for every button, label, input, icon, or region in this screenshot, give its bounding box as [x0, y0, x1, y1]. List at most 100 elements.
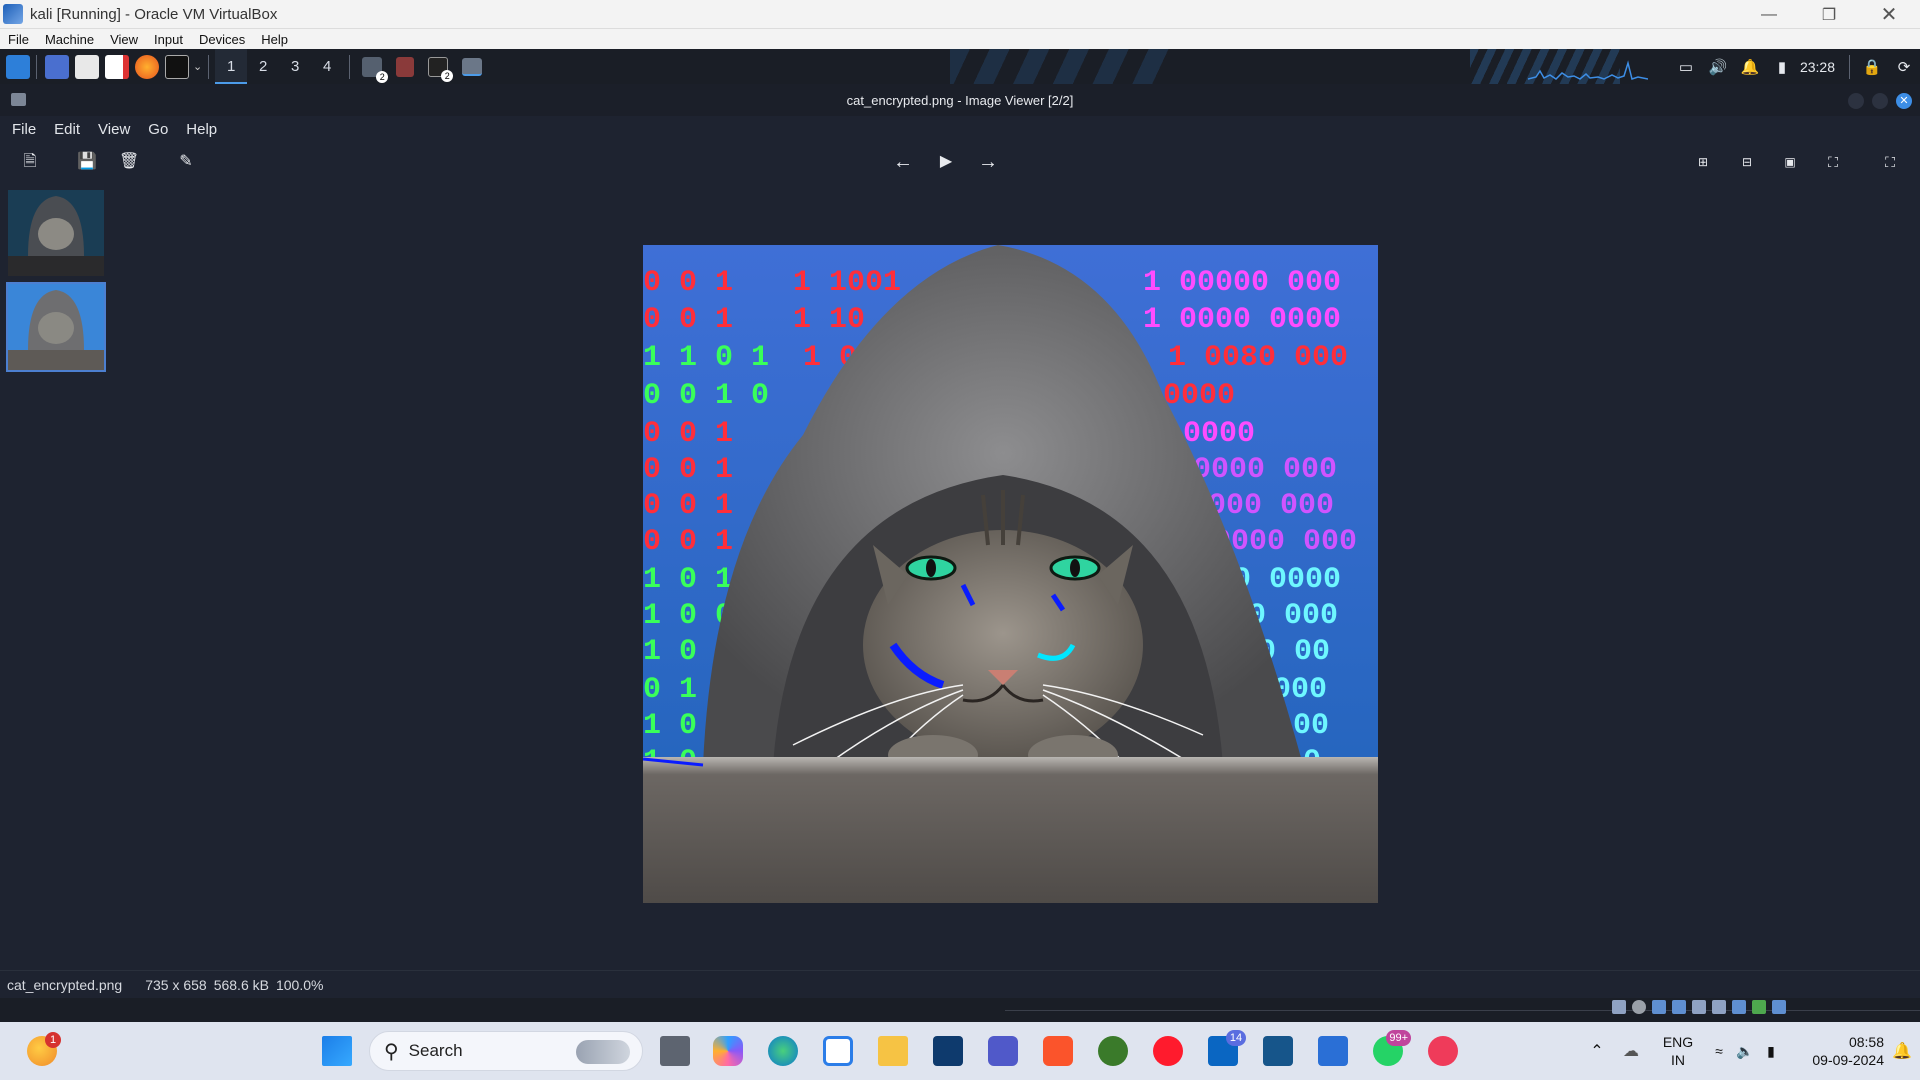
host-menu-input[interactable]: Input — [146, 32, 191, 47]
notifications-bell-icon[interactable]: 🔔 — [1884, 1041, 1920, 1061]
open-file-icon[interactable]: 🗎 — [20, 152, 40, 172]
workspace-3[interactable]: 3 — [279, 49, 311, 84]
audio-icon[interactable] — [1652, 1000, 1666, 1014]
image-viewer-task-icon[interactable] — [462, 57, 483, 76]
task-view-icon[interactable] — [660, 1036, 690, 1066]
host-menu-devices[interactable]: Devices — [191, 32, 253, 47]
taskbar-clock[interactable]: 08:58 09-09-2024 — [1784, 1033, 1884, 1069]
battery-icon[interactable]: ▮ — [1766, 58, 1798, 76]
shared-folders-icon[interactable] — [1712, 1000, 1726, 1014]
host-menu-machine[interactable]: Machine — [37, 32, 102, 47]
mouse-integration-icon[interactable] — [1772, 1000, 1786, 1014]
viewer-menubar: File Edit View Go Help — [0, 116, 1920, 142]
workspace-1[interactable]: 1 — [215, 49, 248, 84]
lock-screen-icon[interactable]: 🔒 — [1856, 58, 1888, 76]
thumbnail-strip — [0, 182, 110, 970]
search-highlight-image-icon — [576, 1040, 630, 1064]
show-desktop-icon[interactable] — [45, 54, 69, 79]
viewer-menu-file[interactable]: File — [6, 121, 42, 138]
svg-text:00: 00 — [1293, 709, 1329, 743]
delete-icon[interactable]: 🗑 — [119, 152, 139, 172]
viewer-minimize-icon[interactable] — [1848, 93, 1864, 109]
panel-tray: ▭ 🔊 🔔 ▮ 23:28 🔒 ⟳ — [1670, 49, 1920, 84]
viewer-menu-go[interactable]: Go — [142, 121, 174, 138]
file-explorer-icon[interactable] — [878, 1036, 908, 1066]
recording-icon[interactable] — [1752, 1000, 1766, 1014]
workspace-2[interactable]: 2 — [247, 49, 279, 84]
status-zoom: 100.0% — [275, 976, 324, 993]
whatsapp-icon[interactable]: 99+ — [1373, 1030, 1411, 1066]
zoom-fit-icon[interactable]: ⛶ — [1823, 152, 1843, 172]
task-group-icon[interactable]: 2 — [362, 56, 389, 83]
notification-bell-icon[interactable]: 🔔 — [1734, 58, 1766, 76]
language-indicator[interactable]: ENG IN — [1650, 1033, 1706, 1069]
edge-browser-icon[interactable] — [768, 1036, 798, 1066]
show-hidden-icons-chevron-icon[interactable]: ⌃ — [1582, 1041, 1612, 1061]
kali-vm-taskbar-icon[interactable] — [1318, 1036, 1348, 1066]
wifi-icon[interactable]: ≈ — [1706, 1043, 1732, 1059]
network-icon[interactable] — [1672, 1000, 1686, 1014]
display-icon[interactable]: ▭ — [1670, 58, 1702, 76]
microsoft-store-icon[interactable] — [823, 1036, 853, 1066]
virtualbox-taskbar-icon[interactable] — [1263, 1036, 1293, 1066]
linkedin-badge: 14 — [1226, 1030, 1246, 1046]
previous-arrow-icon[interactable]: ← — [893, 152, 913, 172]
zoom-out-icon[interactable]: ⊟ — [1737, 152, 1757, 172]
viewer-maximize-icon[interactable] — [1872, 93, 1888, 109]
onedrive-sync-icon[interactable]: ☁ — [1612, 1041, 1650, 1061]
terminal-icon[interactable] — [165, 54, 189, 79]
volume-icon[interactable]: 🔊 — [1702, 58, 1734, 76]
viewer-menu-help[interactable]: Help — [180, 121, 223, 138]
usb-icon[interactable] — [1692, 1000, 1706, 1014]
teams-icon[interactable] — [988, 1036, 1018, 1066]
document-task-icon[interactable] — [396, 56, 415, 77]
zoom-100-icon[interactable]: ▣ — [1780, 152, 1800, 172]
copilot-icon[interactable] — [713, 1036, 743, 1066]
viewer-toolbar: 🗎 💾 🗑 ✎ ← ▶ → ⊞ ⊟ ▣ ⛶ ⛶ — [0, 142, 1920, 182]
workspace-4[interactable]: 4 — [311, 49, 343, 84]
panel-clock[interactable]: 23:28 — [1800, 59, 1835, 75]
firefox-icon[interactable] — [135, 54, 159, 79]
brave-browser-icon[interactable] — [1043, 1036, 1073, 1066]
weather-widget-icon[interactable]: 1 — [27, 1032, 61, 1066]
linkedin-icon[interactable]: 14 — [1208, 1030, 1246, 1066]
close-icon[interactable]: ✕ — [1860, 0, 1918, 29]
next-arrow-icon[interactable]: → — [978, 152, 998, 172]
status-filename: cat_encrypted.png — [7, 976, 123, 993]
terminal-dropdown-chevron-icon[interactable]: ⌄ — [193, 60, 202, 73]
vpn-app-icon[interactable] — [933, 1036, 963, 1066]
minimize-icon[interactable]: — — [1740, 0, 1798, 29]
fullscreen-icon[interactable]: ⛶ — [1880, 152, 1900, 172]
thumbnail-cat-original[interactable] — [8, 190, 104, 276]
display-settings-icon[interactable] — [1732, 1000, 1746, 1014]
viewer-menu-edit[interactable]: Edit — [48, 121, 86, 138]
save-as-icon[interactable]: 💾 — [77, 152, 97, 172]
optical-drive-icon[interactable] — [1632, 1000, 1646, 1014]
hdd-icon[interactable] — [1612, 1000, 1626, 1014]
thumbnail-cat-encrypted[interactable] — [6, 282, 106, 372]
host-menu-file[interactable]: File — [0, 32, 37, 47]
svg-text:0000 000: 0000 000 — [1193, 453, 1337, 487]
host-menu-help[interactable]: Help — [253, 32, 296, 47]
cpu-graph — [1528, 60, 1648, 80]
slideshow-play-icon[interactable]: ▶ — [936, 152, 956, 172]
file-manager-icon[interactable] — [75, 54, 99, 79]
viewer-menu-view[interactable]: View — [92, 121, 136, 138]
app-icon-globe[interactable] — [1098, 1036, 1128, 1066]
opera-icon[interactable] — [1153, 1036, 1183, 1066]
zoom-in-icon[interactable]: ⊞ — [1693, 152, 1713, 172]
battery-status-icon[interactable]: ▮ — [1758, 1043, 1784, 1060]
edit-pencil-icon[interactable]: ✎ — [176, 152, 196, 172]
windows-start-icon[interactable] — [322, 1036, 352, 1066]
speaker-icon[interactable]: 🔈 — [1732, 1043, 1758, 1060]
text-editor-icon[interactable] — [105, 54, 129, 79]
screen-recorder-icon[interactable] — [1428, 1036, 1458, 1066]
host-menubar: File Machine View Input Devices Help — [0, 29, 1920, 49]
host-menu-view[interactable]: View — [102, 32, 146, 47]
power-icon[interactable]: ⟳ — [1888, 58, 1920, 76]
viewer-close-icon[interactable]: ✕ — [1896, 93, 1912, 109]
taskbar-search[interactable]: ⚲ Search — [369, 1031, 643, 1071]
terminal-task-icon[interactable]: 2 — [428, 56, 454, 82]
kali-menu-icon[interactable] — [6, 54, 30, 79]
restore-icon[interactable]: ❐ — [1800, 0, 1858, 29]
